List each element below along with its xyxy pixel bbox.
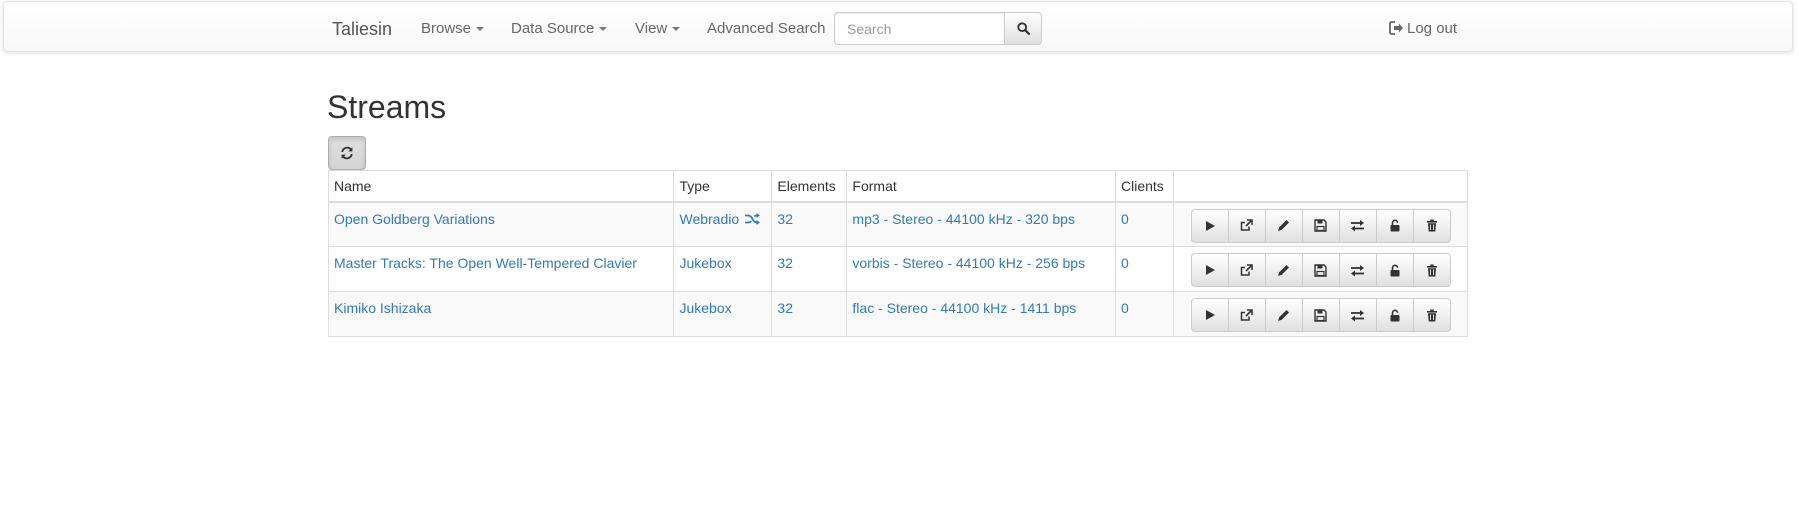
external-link-icon <box>1240 263 1254 277</box>
save-icon <box>1314 308 1328 322</box>
transfer-button[interactable] <box>1338 208 1377 243</box>
open-external-button[interactable] <box>1227 208 1266 243</box>
play-button[interactable] <box>1190 253 1229 287</box>
stream-name-link[interactable]: Open Goldberg Variations <box>334 211 495 227</box>
external-link-icon <box>1240 308 1254 322</box>
transfer-button[interactable] <box>1338 253 1377 287</box>
stream-type-label: Webradio <box>679 210 740 227</box>
caret-down-icon <box>476 27 485 32</box>
unlock-button[interactable] <box>1375 208 1414 243</box>
brand-link[interactable]: Taliesin <box>332 19 392 40</box>
nav-browse-label: Browse <box>421 20 472 37</box>
play-icon <box>1204 220 1216 232</box>
refresh-button[interactable] <box>328 136 366 170</box>
nav-browse-dropdown[interactable]: Browse <box>421 20 485 37</box>
search-input[interactable] <box>834 12 1004 45</box>
trash-icon <box>1426 264 1438 277</box>
save-button[interactable] <box>1301 253 1340 287</box>
stream-elements-link[interactable]: 32 <box>777 255 793 271</box>
edit-button[interactable] <box>1264 298 1303 332</box>
open-external-button[interactable] <box>1227 253 1266 287</box>
refresh-icon <box>340 146 354 160</box>
search-icon <box>1016 22 1030 36</box>
stream-format-link[interactable]: mp3 - Stereo - 44100 kHz - 320 bps <box>852 211 1075 227</box>
table-row: Open Goldberg Variations Webradio 32 mp3… <box>327 201 1469 247</box>
table-row: Master Tracks: The Open Well-Tempered Cl… <box>327 246 1469 292</box>
nav-data-source-dropdown[interactable]: Data Source <box>511 20 608 37</box>
log-out-icon <box>1389 21 1407 35</box>
play-button[interactable] <box>1190 208 1229 243</box>
column-header-type: Type <box>673 170 773 203</box>
stream-type-link[interactable]: Jukebox <box>679 255 731 271</box>
column-header-actions <box>1172 170 1469 203</box>
nav-advanced-search-link[interactable]: Advanced Search <box>707 20 825 37</box>
streams-table: Name Type Elements Format Clients Open G… <box>327 170 1469 337</box>
table-row: Kimiko Ishizaka Jukebox 32 flac - Stereo… <box>327 291 1469 337</box>
delete-button[interactable] <box>1412 298 1451 332</box>
transfer-icon <box>1350 219 1365 232</box>
row-actions-group <box>1190 298 1451 332</box>
row-actions-group <box>1190 253 1451 287</box>
unlock-button[interactable] <box>1375 253 1414 287</box>
caret-down-icon <box>672 27 681 32</box>
save-icon <box>1314 219 1328 232</box>
stream-type-link[interactable]: Jukebox <box>679 300 731 316</box>
stream-format-link[interactable]: vorbis - Stereo - 44100 kHz - 256 bps <box>852 255 1085 271</box>
top-navbar: Taliesin Browse Data Source View Advance… <box>3 1 1793 52</box>
random-icon <box>745 212 761 225</box>
pencil-icon <box>1277 309 1290 322</box>
unlock-icon <box>1389 309 1401 322</box>
table-header-row: Name Type Elements Format Clients <box>327 170 1469 203</box>
stream-clients-link[interactable]: 0 <box>1121 300 1129 316</box>
nav-data-source-label: Data Source <box>511 20 595 37</box>
column-header-elements: Elements <box>771 170 848 203</box>
stream-name-link[interactable]: Kimiko Ishizaka <box>334 300 431 316</box>
pencil-icon <box>1277 264 1290 277</box>
edit-button[interactable] <box>1264 208 1303 243</box>
delete-button[interactable] <box>1412 253 1451 287</box>
nav-view-dropdown[interactable]: View <box>635 20 681 37</box>
play-icon <box>1204 309 1216 321</box>
stream-type-link[interactable]: Webradio <box>679 210 761 227</box>
navbar-container: Taliesin Browse Data Source View Advance… <box>329 2 1459 53</box>
column-header-clients: Clients <box>1115 170 1174 203</box>
transfer-icon <box>1350 309 1365 322</box>
column-header-name: Name <box>327 170 675 203</box>
column-header-format: Format <box>846 170 1116 203</box>
trash-icon <box>1426 309 1438 322</box>
caret-down-icon <box>599 27 608 32</box>
stream-elements-link[interactable]: 32 <box>777 300 793 316</box>
stream-clients-link[interactable]: 0 <box>1121 211 1129 227</box>
stream-elements-link[interactable]: 32 <box>777 211 793 227</box>
search-button[interactable] <box>1004 12 1042 45</box>
trash-icon <box>1426 219 1438 232</box>
page-title: Streams <box>327 89 447 125</box>
stream-clients-link[interactable]: 0 <box>1121 255 1129 271</box>
unlock-icon <box>1389 264 1401 277</box>
edit-button[interactable] <box>1264 253 1303 287</box>
external-link-icon <box>1240 219 1254 232</box>
delete-button[interactable] <box>1412 208 1451 243</box>
save-button[interactable] <box>1301 298 1340 332</box>
save-icon <box>1314 263 1328 277</box>
stream-name-link[interactable]: Master Tracks: The Open Well-Tempered Cl… <box>334 255 637 271</box>
save-button[interactable] <box>1301 208 1340 243</box>
transfer-button[interactable] <box>1338 298 1377 332</box>
unlock-icon <box>1389 219 1401 232</box>
play-icon <box>1204 264 1216 276</box>
transfer-icon <box>1350 264 1365 277</box>
open-external-button[interactable] <box>1227 298 1266 332</box>
nav-view-label: View <box>635 20 668 37</box>
logout-link[interactable]: Log out <box>1389 20 1457 37</box>
pencil-icon <box>1277 219 1290 232</box>
stream-format-link[interactable]: flac - Stereo - 44100 kHz - 1411 bps <box>852 300 1076 316</box>
play-button[interactable] <box>1190 298 1229 332</box>
row-actions-group <box>1190 208 1451 243</box>
unlock-button[interactable] <box>1375 298 1414 332</box>
logout-label: Log out <box>1407 20 1458 37</box>
